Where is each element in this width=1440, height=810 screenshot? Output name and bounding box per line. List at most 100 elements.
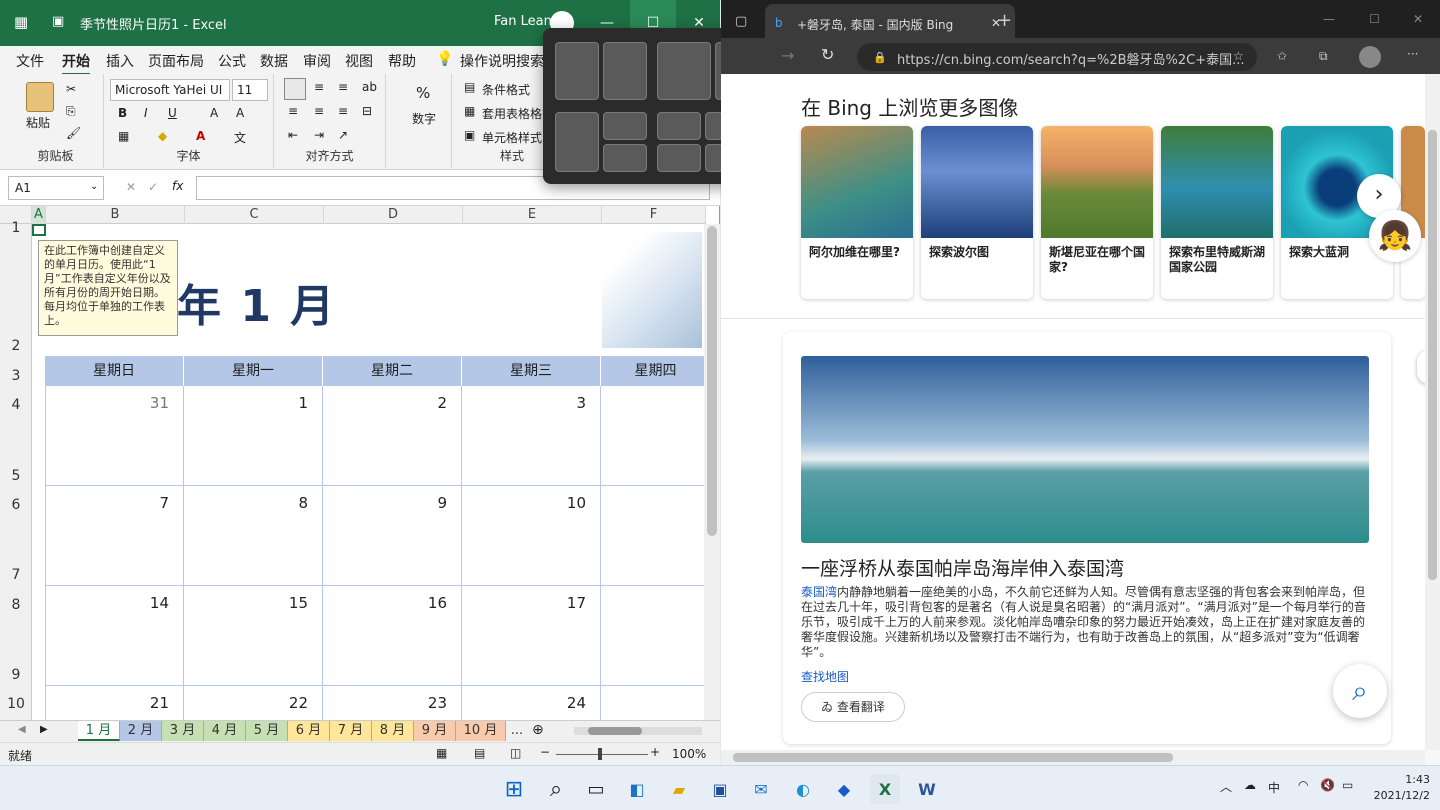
rewards-mascot-icon[interactable]: 👧 (1369, 210, 1421, 262)
cond-format-icon[interactable]: ▤ (464, 80, 475, 94)
col-header-c[interactable]: C (185, 206, 324, 224)
italic-icon[interactable]: I (144, 106, 148, 120)
image-card[interactable]: 阿尔加维在哪里? (801, 126, 913, 299)
sheet-tab[interactable]: 8 月 (372, 721, 414, 741)
bold-icon[interactable]: B (118, 106, 127, 120)
snap-zone[interactable] (603, 42, 647, 100)
mail-icon[interactable]: ✉ (746, 774, 776, 804)
sheet-tab[interactable]: 10 月 (456, 721, 506, 741)
col-header-f[interactable]: F (602, 206, 706, 224)
sheet-tab[interactable]: 4 月 (204, 721, 246, 741)
new-tab-icon[interactable]: + (997, 10, 1012, 31)
snap-zone[interactable] (657, 42, 711, 100)
day-cell[interactable]: 10 (462, 486, 601, 586)
page-layout-view-icon[interactable]: ▤ (474, 746, 485, 760)
fill-color-icon[interactable]: ◆ (158, 129, 167, 143)
day-cell[interactable]: 21 (45, 686, 184, 720)
grow-font-icon[interactable]: A (210, 106, 218, 120)
cut-icon[interactable]: ✂ (66, 82, 76, 96)
normal-view-icon[interactable]: ▦ (436, 746, 447, 760)
sheet-tab[interactable]: 3 月 (162, 721, 204, 741)
day-cell[interactable]: 14 (45, 586, 184, 686)
volume-icon[interactable]: 🔇 (1320, 778, 1335, 792)
day-cell[interactable]: 1 (184, 386, 323, 486)
cancel-icon[interactable]: ✕ (126, 180, 136, 194)
align-bottom-icon[interactable]: ≡ (338, 80, 348, 94)
day-cell[interactable]: 17 (462, 586, 601, 686)
table-format-icon[interactable]: ▦ (464, 104, 475, 118)
format-painter-icon[interactable]: 🖌 (66, 126, 81, 140)
excel-taskbar-icon[interactable]: X (870, 774, 900, 804)
tab-page-layout[interactable]: 页面布局 (148, 51, 204, 71)
day-cell[interactable]: 31 (45, 386, 184, 486)
row-header[interactable]: 1 (0, 220, 32, 236)
tab-help[interactable]: 帮助 (388, 51, 416, 71)
ime-indicator[interactable]: 中 (1268, 779, 1280, 796)
day-cell[interactable]: 8 (184, 486, 323, 586)
snap-zone[interactable] (657, 144, 701, 172)
tab-formulas[interactable]: 公式 (218, 51, 246, 71)
add-sheet-icon[interactable]: ⊕ (532, 722, 544, 738)
tab-review[interactable]: 审阅 (303, 51, 331, 71)
col-header-b[interactable]: B (46, 206, 185, 224)
day-cell[interactable]: 16 (323, 586, 462, 686)
phonetic-icon[interactable]: 文 (234, 129, 246, 146)
day-cell[interactable]: 24 (462, 686, 601, 720)
font-size-select[interactable]: 11 (232, 79, 268, 101)
day-cell[interactable]: 3 (462, 386, 601, 486)
tell-me-search[interactable]: 操作说明搜索 (460, 51, 544, 71)
active-cell[interactable] (32, 224, 46, 236)
hero-image[interactable] (801, 356, 1369, 543)
zoom-in-icon[interactable]: + (650, 745, 660, 759)
sheet-tab[interactable]: 7 月 (330, 721, 372, 741)
vertical-scrollbar[interactable] (704, 224, 720, 720)
onedrive-icon[interactable]: ☁ (1244, 778, 1256, 792)
row-header[interactable]: 8 (0, 597, 32, 613)
zoom-slider-thumb[interactable] (598, 748, 602, 760)
conditional-format-button[interactable]: 条件格式 (482, 81, 530, 98)
file-explorer-icon[interactable]: ▰ (664, 774, 694, 804)
merge-icon[interactable]: ⊟ (362, 104, 372, 118)
widgets-icon[interactable]: ◧ (622, 774, 652, 804)
h-scroll-thumb[interactable] (733, 753, 1173, 762)
tab-home[interactable]: 开始 (62, 51, 90, 76)
close-icon[interactable]: ✕ (1413, 12, 1423, 26)
chevron-up-icon[interactable]: ︿ (1220, 778, 1232, 795)
worksheet-grid[interactable]: 年 1 月 在此工作簿中创建自定义的单月日历。使用此“1月”工作表自定义年份以及… (32, 224, 704, 720)
collections-icon[interactable]: ⧉ (1319, 49, 1328, 64)
page-vertical-scrollbar[interactable] (1425, 74, 1440, 750)
sheet-tab[interactable]: 5 月 (246, 721, 288, 741)
day-cell[interactable] (601, 486, 704, 586)
add-favorite-icon[interactable]: ☆ (1233, 49, 1244, 63)
image-card[interactable]: 斯堪尼亚在哪个国家? (1041, 126, 1153, 299)
tab-file[interactable]: 文件 (16, 51, 44, 71)
refresh-icon[interactable]: ↻ (821, 45, 834, 64)
row-header[interactable]: 4 (0, 397, 32, 413)
day-cell[interactable] (601, 386, 704, 486)
cell-style-icon[interactable]: ▣ (464, 128, 475, 142)
minimize-icon[interactable]: — (1323, 12, 1335, 26)
day-cell[interactable]: 22 (184, 686, 323, 720)
align-right-icon[interactable]: ≡ (338, 104, 348, 118)
wifi-icon[interactable]: ◠ (1298, 778, 1308, 792)
save-icon[interactable]: ▣ (52, 14, 64, 29)
row-header[interactable]: 7 (0, 567, 32, 583)
find-map-link[interactable]: 查找地图 (801, 668, 849, 685)
side-panel-toggle[interactable] (1417, 350, 1425, 384)
word-taskbar-icon[interactable]: W (912, 774, 942, 804)
align-middle-icon[interactable]: ≡ (314, 80, 324, 94)
battery-icon[interactable]: ▭ (1342, 778, 1353, 792)
visual-studio-icon[interactable]: ◆ (829, 774, 859, 804)
scroll-thumb[interactable] (1428, 130, 1437, 580)
task-view-icon[interactable]: ▭ (581, 774, 611, 804)
wrap-text-icon[interactable]: ab (362, 80, 377, 94)
favorites-icon[interactable]: ✩ (1277, 49, 1287, 63)
snap-zone[interactable] (603, 144, 647, 172)
day-cell[interactable]: 9 (323, 486, 462, 586)
image-card[interactable]: 探索布里特威斯湖国家公园 (1161, 126, 1273, 299)
col-header-e[interactable]: E (463, 206, 602, 224)
number-format-button[interactable]: 数字 (412, 110, 436, 127)
sheet-tab[interactable]: 6 月 (288, 721, 330, 741)
tab-data[interactable]: 数据 (260, 51, 288, 71)
row-header[interactable]: 2 (0, 338, 32, 354)
